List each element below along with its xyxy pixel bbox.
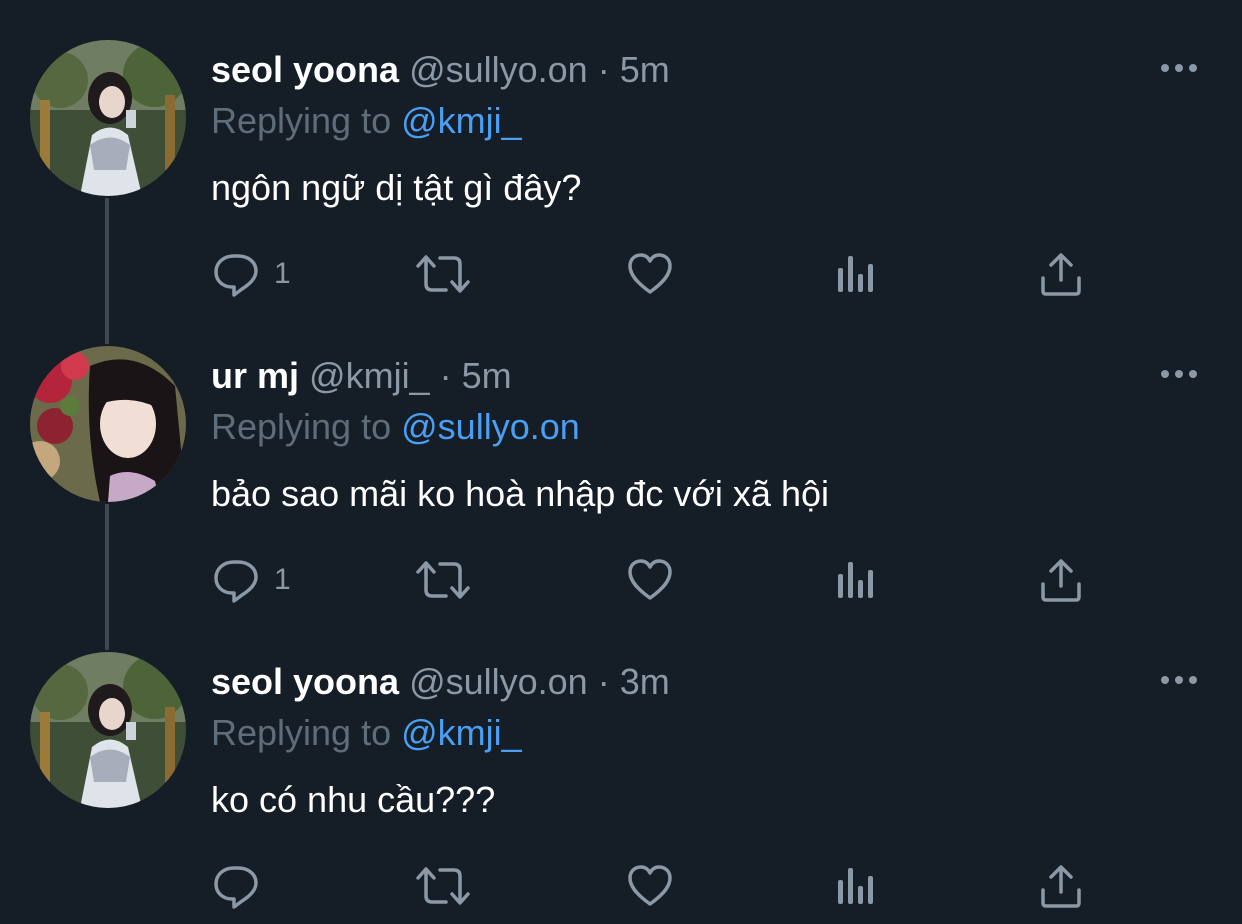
tweet-text: ngôn ngữ dị tật gì đây? xyxy=(211,167,582,208)
avatar-image xyxy=(30,40,186,196)
analytics-icon xyxy=(838,562,873,598)
handle[interactable]: @sullyo.on xyxy=(409,661,588,702)
tweet[interactable]: ur mj @kmji_ · 5m Replying to @sullyo.on… xyxy=(0,306,1242,612)
avatar-image xyxy=(30,346,186,502)
action-bar: 1 xyxy=(0,552,1242,608)
avatar[interactable] xyxy=(30,40,186,196)
replying-to-label: Replying to xyxy=(211,712,392,753)
display-name[interactable]: seol yoona xyxy=(211,661,399,702)
separator: · xyxy=(597,661,610,702)
analytics-icon xyxy=(838,868,873,904)
share-icon xyxy=(1041,559,1081,602)
share-icon xyxy=(1041,865,1081,908)
more-icon xyxy=(1161,370,1197,378)
tweet-text: bảo sao mãi ko hoà nhập đc với xã hội xyxy=(211,473,829,514)
share-icon xyxy=(1041,253,1081,296)
reply-icon xyxy=(214,866,258,909)
action-bar: 1 xyxy=(0,246,1242,302)
tweet[interactable]: seol yoona @sullyo.on · 5m Replying to @… xyxy=(0,0,1242,306)
mention-link[interactable]: @kmji_ xyxy=(401,712,522,753)
mention-link[interactable]: @kmji_ xyxy=(401,100,522,141)
share-button[interactable] xyxy=(1038,246,1084,302)
retweet-icon xyxy=(416,255,470,293)
handle[interactable]: @sullyo.on xyxy=(409,49,588,90)
like-button[interactable] xyxy=(626,552,674,608)
reply-button[interactable]: 1 xyxy=(212,246,291,302)
reply-icon xyxy=(214,560,258,603)
analytics-button[interactable] xyxy=(834,246,878,302)
timestamp[interactable]: 3m xyxy=(620,661,670,702)
tweet-text: ko có nhu cầu??? xyxy=(211,779,496,820)
replying-to: Replying to @kmji_ xyxy=(211,711,522,755)
retweet-button[interactable] xyxy=(414,552,472,608)
like-icon xyxy=(628,559,672,600)
like-icon xyxy=(628,253,672,294)
like-button[interactable] xyxy=(626,246,674,302)
analytics-icon xyxy=(838,256,873,292)
reply-count: 1 xyxy=(274,257,291,290)
replying-to-label: Replying to xyxy=(211,100,392,141)
tweet-header: seol yoona @sullyo.on · 3m xyxy=(211,660,670,704)
retweet-button[interactable] xyxy=(414,246,472,302)
share-button[interactable] xyxy=(1038,552,1084,608)
replying-to-label: Replying to xyxy=(211,406,392,447)
retweet-button[interactable] xyxy=(414,858,472,914)
reply-button[interactable] xyxy=(212,858,274,914)
replying-to: Replying to @kmji_ xyxy=(211,99,522,143)
avatar[interactable] xyxy=(30,346,186,502)
like-icon xyxy=(628,865,672,906)
reply-button[interactable]: 1 xyxy=(212,552,291,608)
avatar-image xyxy=(30,652,186,808)
display-name[interactable]: seol yoona xyxy=(211,49,399,90)
display-name[interactable]: ur mj xyxy=(211,355,299,396)
separator: · xyxy=(597,49,610,90)
share-button[interactable] xyxy=(1038,858,1084,914)
more-button[interactable] xyxy=(1158,670,1200,690)
reply-icon xyxy=(214,254,258,297)
handle[interactable]: @kmji_ xyxy=(309,355,430,396)
analytics-button[interactable] xyxy=(834,858,878,914)
mention-link[interactable]: @sullyo.on xyxy=(401,406,580,447)
retweet-icon xyxy=(416,561,470,599)
tweet-header: ur mj @kmji_ · 5m xyxy=(211,354,512,398)
tweet-header: seol yoona @sullyo.on · 5m xyxy=(211,48,670,92)
action-bar xyxy=(0,858,1242,914)
like-button[interactable] xyxy=(626,858,674,914)
reply-count: 1 xyxy=(274,563,291,596)
analytics-button[interactable] xyxy=(834,552,878,608)
avatar[interactable] xyxy=(30,652,186,808)
more-button[interactable] xyxy=(1158,364,1200,384)
timestamp[interactable]: 5m xyxy=(462,355,512,396)
more-button[interactable] xyxy=(1158,58,1200,78)
more-icon xyxy=(1161,64,1197,72)
separator: · xyxy=(439,355,452,396)
more-icon xyxy=(1161,676,1197,684)
tweet[interactable]: seol yoona @sullyo.on · 3m Replying to @… xyxy=(0,612,1242,918)
retweet-icon xyxy=(416,867,470,905)
replying-to: Replying to @sullyo.on xyxy=(211,405,580,449)
timestamp[interactable]: 5m xyxy=(620,49,670,90)
